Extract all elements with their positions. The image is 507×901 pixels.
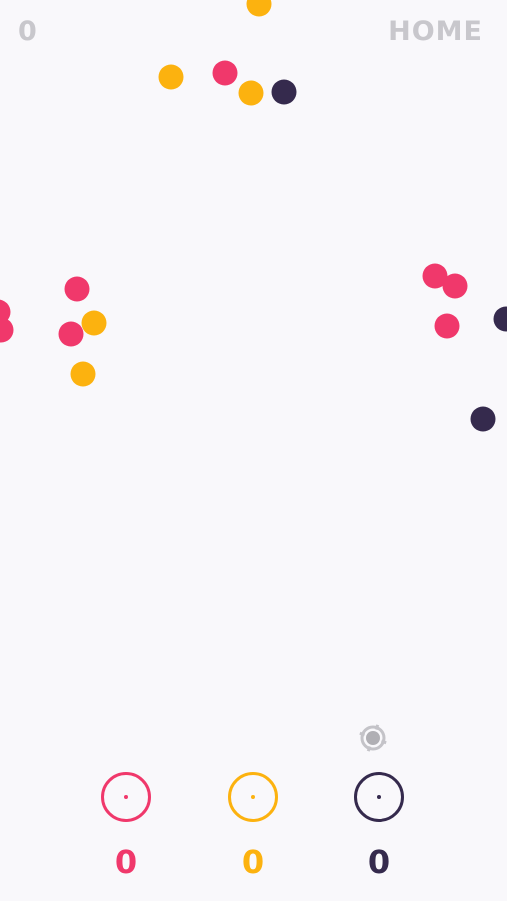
collector-pink[interactable] [101, 772, 151, 822]
collector-center-dot [377, 795, 381, 799]
ball-navy [493, 306, 507, 332]
ball-pink [64, 276, 90, 302]
collector-count-navy: 0 [367, 843, 391, 881]
collector-count-gold: 0 [241, 843, 265, 881]
ball-gold [70, 361, 96, 387]
score-display: 0 [18, 16, 37, 47]
collector-count-pink: 0 [114, 843, 138, 881]
collector-center-dot [124, 795, 128, 799]
ball-pink [58, 321, 84, 347]
crosshair-icon[interactable] [358, 723, 388, 753]
ball-gold [246, 0, 272, 17]
ball-gold [238, 80, 264, 106]
ball-navy [271, 79, 297, 105]
ball-gold [81, 310, 107, 336]
ball-gold [158, 64, 184, 90]
ball-pink [442, 273, 468, 299]
ball-pink [434, 313, 460, 339]
ball-navy [470, 406, 496, 432]
collector-center-dot [251, 795, 255, 799]
collector-navy[interactable] [354, 772, 404, 822]
collector-gold[interactable] [228, 772, 278, 822]
ball-pink [212, 60, 238, 86]
home-button[interactable]: HOME [388, 14, 483, 50]
ball-pink [0, 317, 14, 343]
